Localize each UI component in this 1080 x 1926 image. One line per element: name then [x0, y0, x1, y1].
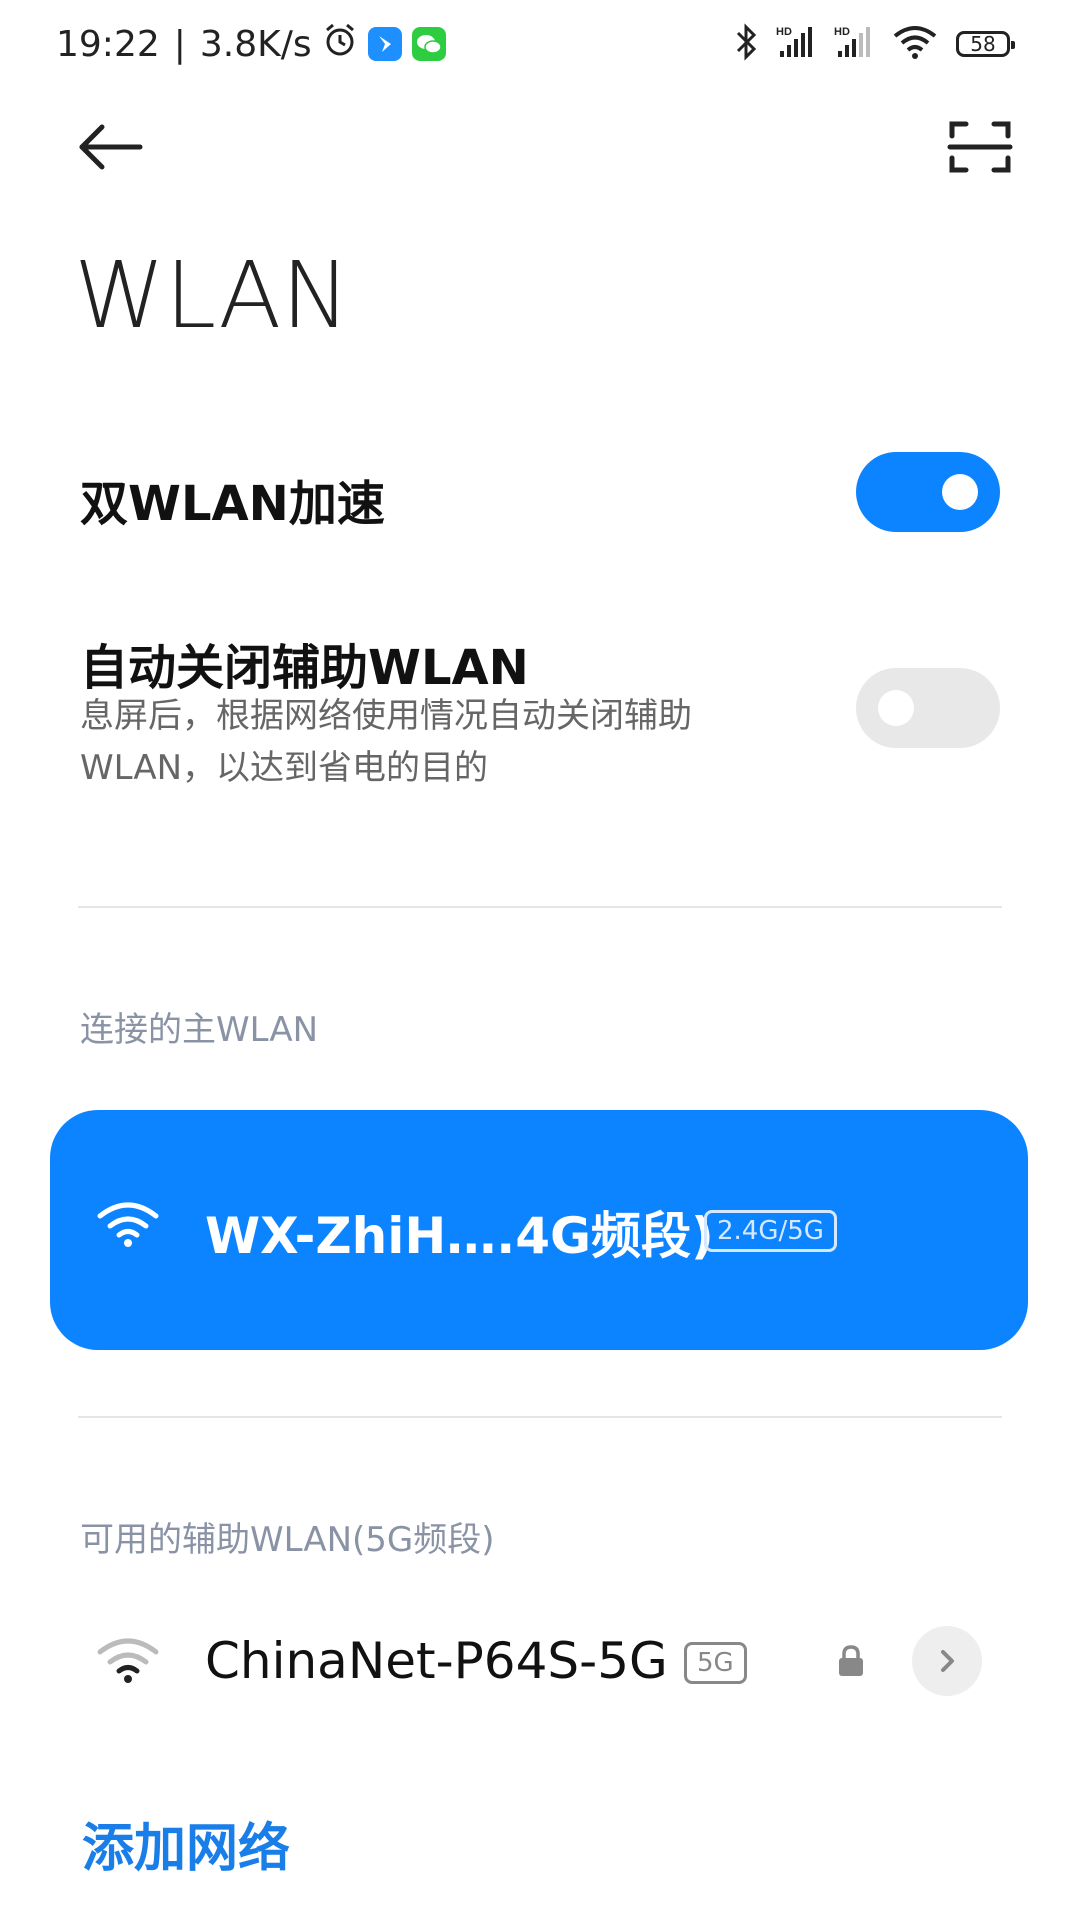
available-section-label: 可用的辅助WLAN(5G频段): [80, 1520, 495, 1560]
network-name: ChinaNet-P64S-5G: [205, 1632, 668, 1690]
toggle-knob: [878, 690, 914, 726]
back-button[interactable]: [70, 112, 150, 182]
scan-button[interactable]: [940, 112, 1020, 182]
signal-hd-icon: HD: [834, 23, 874, 65]
chevron-right-icon: [941, 1650, 954, 1672]
lock-icon: [836, 1644, 866, 1682]
svg-text:HD: HD: [834, 26, 850, 38]
network-details-button[interactable]: [912, 1626, 982, 1696]
band-badge: 5G: [684, 1642, 747, 1684]
battery-level: 58: [970, 32, 996, 56]
divider: [78, 906, 1002, 908]
dual-wlan-label: 双WLAN加速: [80, 476, 385, 532]
toggle-knob: [942, 474, 978, 510]
svg-text:HD: HD: [776, 26, 792, 38]
wechat-icon: [411, 27, 446, 61]
page-title: WLAN: [74, 242, 351, 349]
auto-close-description: 息屏后，根据网络使用情况自动关闭辅助WLAN，以达到省电的目的: [80, 696, 692, 788]
status-time: 19:22: [56, 23, 160, 65]
wifi-icon: [96, 1636, 160, 1690]
bluetooth-icon: [734, 23, 758, 65]
signal-hd-icon: HD: [776, 23, 816, 65]
band-badge: 2.4G/5G: [704, 1210, 837, 1252]
status-separator: |: [173, 23, 186, 65]
divider: [78, 1416, 1002, 1418]
connected-section-label: 连接的主WLAN: [80, 1010, 319, 1050]
wifi-icon: [96, 1200, 160, 1254]
dual-wlan-toggle[interactable]: [856, 452, 1000, 532]
alarm-icon: [322, 22, 358, 67]
status-bar-left: 19:22 | 3.8K/s: [56, 16, 446, 72]
scan-icon: [947, 121, 1013, 173]
status-network-speed: 3.8K/s: [199, 23, 312, 65]
connected-network-name: WX-ZhiH….4G频段): [205, 1207, 714, 1265]
auto-close-toggle[interactable]: [856, 668, 1000, 748]
add-network-link[interactable]: 添加网络: [82, 1806, 290, 1881]
auto-close-label: 自动关闭辅助WLAN: [80, 640, 529, 696]
wifi-icon: [892, 24, 938, 64]
status-bar-right: HD HD 58: [734, 16, 1015, 72]
battery-icon: 58: [956, 31, 1015, 57]
back-arrow-icon: [79, 124, 143, 170]
app-icon: [367, 27, 402, 61]
